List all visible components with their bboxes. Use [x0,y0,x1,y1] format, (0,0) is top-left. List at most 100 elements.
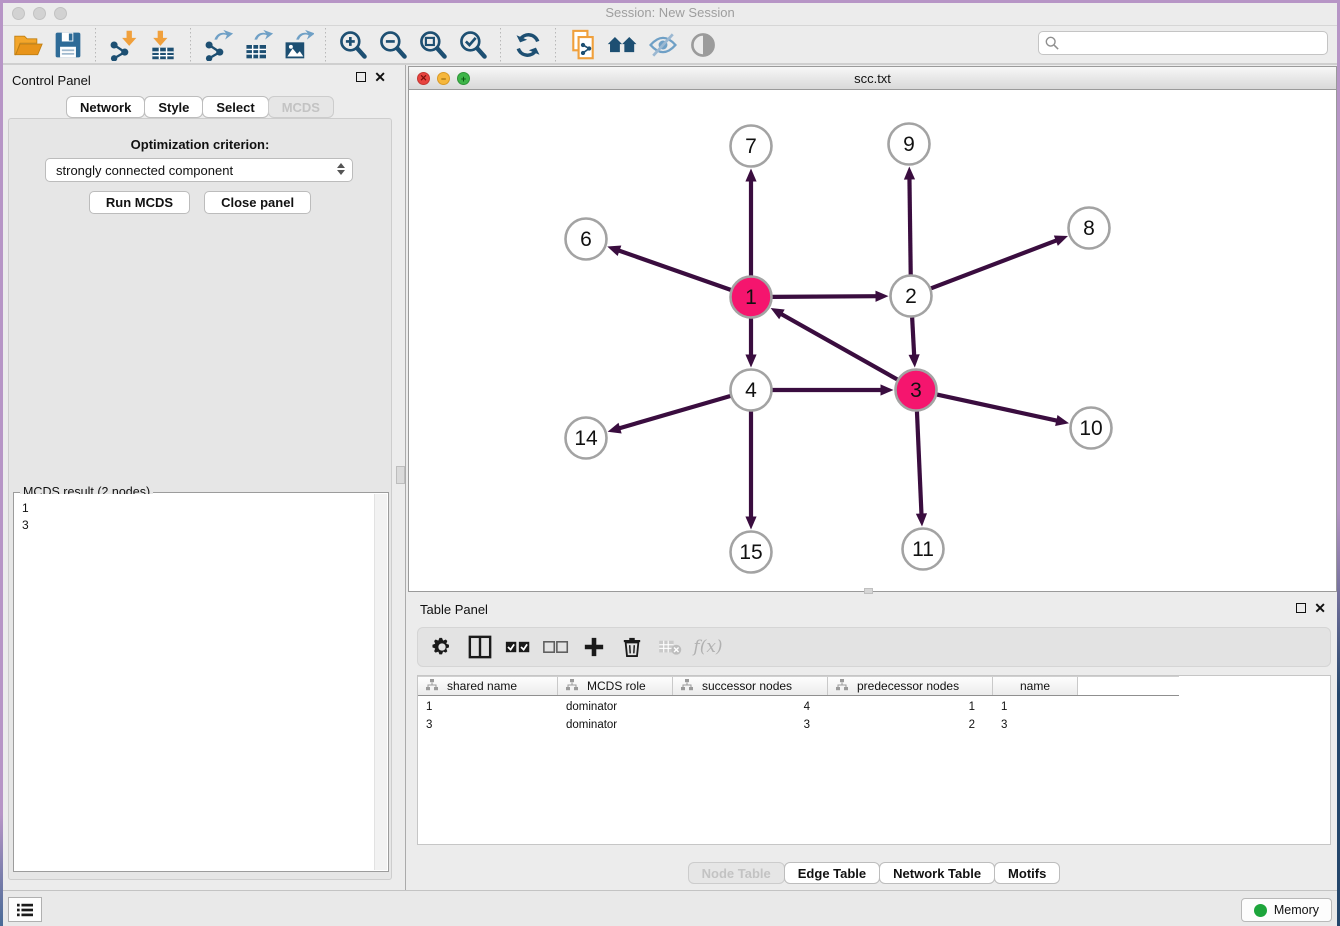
toolbar-separator [190,28,191,62]
memory-button[interactable]: Memory [1241,898,1332,922]
export-table-icon[interactable] [240,28,276,62]
table-row[interactable]: 3dominator323 [418,719,1330,735]
select-all-icon[interactable] [504,633,532,661]
desktop-edge [0,0,1340,3]
tree-hierarchy-icon [566,679,578,694]
zoom-selected-icon[interactable] [455,28,491,62]
zoom-fit-icon[interactable] [415,28,451,62]
svg-text:8: 8 [1083,217,1095,240]
node-table-rows: 1dominator411 3dominator323 [418,696,1330,735]
add-column-icon[interactable] [580,633,608,661]
window-title: Session: New Session [0,5,1340,20]
save-session-icon[interactable] [50,28,86,62]
run-mcds-button[interactable]: Run MCDS [89,191,190,214]
deselect-all-icon[interactable] [542,633,570,661]
main-titlebar: Session: New Session [0,0,1340,26]
graph-node-11[interactable]: 11 [903,529,944,570]
horizontal-splitter-handle[interactable] [864,588,873,594]
table-row[interactable]: 1dominator411 [418,701,1330,717]
tab-style[interactable]: Style [144,96,203,118]
tab-select[interactable]: Select [202,96,268,118]
svg-text:14: 14 [574,427,598,450]
column-header-shared-name[interactable]: shared name [418,677,558,695]
graph-node-3[interactable]: 3 [896,370,937,411]
hide-style-icon[interactable] [645,28,681,62]
import-table-icon[interactable] [145,28,181,62]
column-view-icon[interactable] [466,633,494,661]
tab-network-table[interactable]: Network Table [879,862,995,884]
graph-node-4[interactable]: 4 [731,370,772,411]
close-panel-button[interactable]: Close panel [204,191,311,214]
desktop-edge [0,0,3,926]
control-panel-tabs: NetworkStyleSelectMCDS [0,96,400,118]
tab-node-table[interactable]: Node Table [688,862,785,884]
graph-node-7[interactable]: 7 [731,126,772,167]
refresh-layout-icon[interactable] [510,28,546,62]
list-icon [16,902,34,918]
table-tabs: Node TableEdge TableNetwork TableMotifs [408,862,1340,884]
mcds-result-box: MCDS result (2 nodes) 1 3 [13,492,389,872]
svg-text:6: 6 [580,228,592,251]
zoom-in-icon[interactable] [335,28,371,62]
graph-node-10[interactable]: 10 [1071,408,1112,449]
export-network-icon[interactable] [200,28,236,62]
close-panel-icon[interactable]: ✕ [374,72,386,82]
svg-text:15: 15 [739,541,762,564]
criterion-selected-value: strongly connected component [56,163,233,178]
tab-mcds[interactable]: MCDS [268,96,334,118]
result-scrollbar[interactable] [374,494,387,870]
graph-node-9[interactable]: 9 [889,124,930,165]
first-neighbors-icon[interactable] [605,28,641,62]
optimization-criterion-label: Optimization criterion: [9,137,391,152]
mcds-result-text[interactable]: 1 3 [15,494,374,870]
mcds-panel: Optimization criterion: strongly connect… [8,118,392,880]
column-header-MCDS-role[interactable]: MCDS role [558,677,673,695]
clone-network-icon[interactable] [565,28,601,62]
status-bar: Memory [0,890,1340,926]
main-toolbar [0,26,1340,65]
network-canvas[interactable]: 7 9 6 8 1 2 4 3 14 10 15 11 [409,90,1336,591]
tree-hierarchy-icon [836,679,848,694]
show-graphics-icon[interactable] [685,28,721,62]
column-header-successor-nodes[interactable]: successor nodes [673,677,828,695]
tab-motifs[interactable]: Motifs [994,862,1060,884]
column-header-predecessor-nodes[interactable]: predecessor nodes [828,677,993,695]
graph-node-8[interactable]: 8 [1069,208,1110,249]
float-table-panel-icon[interactable] [1296,603,1306,613]
close-table-panel-icon[interactable]: ✕ [1314,603,1326,613]
import-network-icon[interactable] [105,28,141,62]
node-table[interactable]: shared nameMCDS rolesuccessor nodesprede… [417,675,1331,845]
table-settings-gear-icon[interactable] [428,633,456,661]
control-panel-title: Control Panel [12,73,91,88]
tab-network[interactable]: Network [66,96,145,118]
graph-node-6[interactable]: 6 [566,219,607,260]
task-history-button[interactable] [8,897,42,922]
export-image-icon[interactable] [280,28,316,62]
tree-hierarchy-icon [681,679,693,694]
tree-hierarchy-icon [426,679,438,694]
svg-text:11: 11 [912,538,934,561]
vertical-splitter-handle[interactable] [396,466,405,484]
search-input[interactable] [1038,31,1328,55]
toolbar-separator [500,28,501,62]
delete-table-icon-disabled [656,633,684,661]
network-view-frame: ✕ − + scc.txt 7 9 6 8 1 2 4 3 14 10 15 11 [408,66,1337,592]
delete-trash-icon[interactable] [618,633,646,661]
graph-node-1[interactable]: 1 [731,277,772,318]
table-toolbar: f(x) [417,627,1331,667]
graph-node-15[interactable]: 15 [731,532,772,573]
graph-node-2[interactable]: 2 [891,276,932,317]
tab-edge-table[interactable]: Edge Table [784,862,880,884]
network-frame-titlebar[interactable]: ✕ − + scc.txt [409,67,1336,90]
column-header-name[interactable]: name [993,677,1078,695]
vertical-splitter[interactable] [405,65,406,890]
control-panel: Control Panel ✕ NetworkStyleSelectMCDS O… [0,65,400,890]
search-icon [1045,36,1059,55]
graph-node-14[interactable]: 14 [566,418,607,459]
svg-text:9: 9 [903,133,915,156]
open-session-icon[interactable] [10,28,46,62]
float-panel-icon[interactable] [356,72,366,82]
criterion-select[interactable]: strongly connected component [45,158,353,182]
zoom-out-icon[interactable] [375,28,411,62]
svg-text:3: 3 [910,379,922,402]
